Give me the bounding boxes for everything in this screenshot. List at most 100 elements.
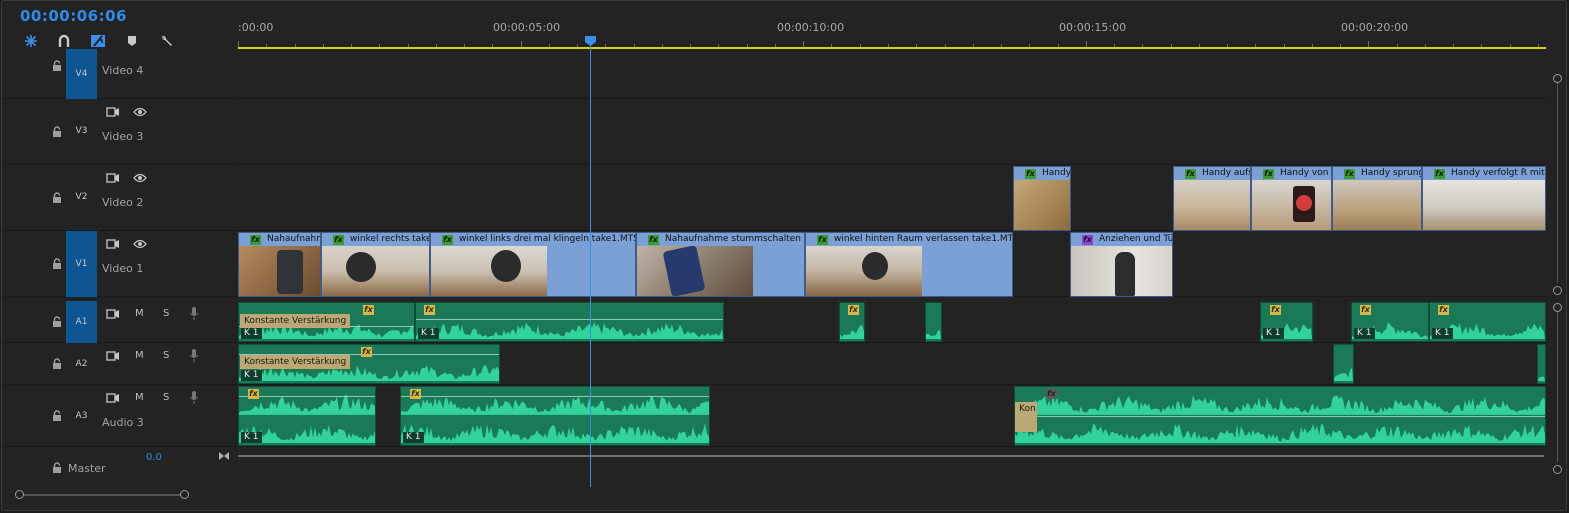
track-target-a3[interactable]: A3 [66, 405, 97, 427]
clip-thumbnail [637, 246, 753, 296]
add-edit-icon[interactable] [89, 32, 107, 50]
linked-selection-icon[interactable] [55, 32, 73, 50]
track-target-v1[interactable]: V1 [66, 231, 97, 297]
fx-badge: fx [248, 389, 259, 399]
playhead-timecode[interactable]: 00:00:06:06 [20, 7, 127, 25]
zoom-handle-left[interactable] [15, 490, 24, 499]
zoom-handle-right[interactable] [180, 490, 189, 499]
scroll-handle-bottom[interactable] [1553, 286, 1562, 295]
transition-effect[interactable]: Konstante Verstärkung [240, 314, 350, 328]
clip-thumbnail [1174, 180, 1250, 230]
toggle-sync-lock-icon[interactable] [106, 308, 120, 320]
playhead-line[interactable] [590, 41, 591, 487]
toggle-sync-lock-icon[interactable] [106, 392, 120, 404]
audio-clip[interactable]: fx K 1 [238, 386, 376, 446]
channel-badge: K 1 [1263, 328, 1284, 339]
lock-icon[interactable] [52, 358, 62, 370]
audio-clip[interactable]: fx K 1 [1351, 302, 1429, 342]
toggle-sync-lock-icon[interactable] [106, 238, 120, 250]
audio-clip[interactable]: fx K 1 [1260, 302, 1313, 342]
eye-icon[interactable] [133, 106, 147, 118]
ruler-label: 00:00:20:00 [1341, 21, 1409, 34]
track-target-v2[interactable]: V2 [66, 185, 97, 209]
ruler-label: :00:00 [238, 21, 274, 34]
video-clip[interactable]: fx winkel links drei mal klingeln take1.… [430, 232, 636, 297]
timeline-panel: 00:00:06:06 :00:00 00:00:05:00 00:00:10:… [1, 0, 1567, 511]
marker-icon[interactable] [123, 32, 141, 50]
mute-button[interactable]: M [135, 392, 144, 403]
solo-button[interactable]: S [163, 392, 169, 403]
track-lane-v3[interactable] [238, 99, 1547, 165]
scroll-handle-top[interactable] [1553, 74, 1562, 83]
scroll-track [1557, 312, 1558, 462]
audio-clip[interactable] [1333, 344, 1354, 384]
person-shape [346, 252, 376, 282]
transition-effect[interactable]: Kon [1015, 402, 1037, 432]
clip-title: Anziehen und Türe [1099, 234, 1172, 244]
mute-button[interactable]: M [135, 350, 144, 361]
track-name: Master [68, 462, 106, 475]
solo-button[interactable]: S [163, 350, 169, 361]
audio-clip[interactable]: fx K 1 [415, 302, 724, 342]
fx-badge: fx [1360, 305, 1371, 315]
master-volume-value[interactable]: 0.0 [146, 452, 162, 463]
wrench-icon[interactable] [157, 32, 175, 50]
vertical-scrollbar[interactable] [1548, 49, 1566, 489]
video-clip[interactable]: fx Handy [1013, 166, 1071, 231]
snap-icon[interactable] [22, 32, 40, 50]
lock-icon[interactable] [52, 258, 62, 270]
audio-clip[interactable] [1537, 344, 1546, 384]
lock-icon[interactable] [52, 316, 62, 328]
channel-badge: K 1 [1354, 328, 1375, 339]
toggle-sync-lock-icon[interactable] [106, 106, 120, 118]
go-to-end-icon[interactable] [217, 450, 231, 462]
video-clip[interactable]: fx Handy von T [1251, 166, 1332, 231]
horizontal-zoom-scrollbar[interactable] [12, 488, 1547, 502]
audio-clip[interactable]: fx K 1 [400, 386, 710, 446]
scroll-handle-bottom[interactable] [1553, 465, 1562, 474]
microphone-icon[interactable] [187, 348, 201, 362]
toggle-sync-lock-icon[interactable] [106, 172, 120, 184]
scroll-handle-top[interactable] [1553, 303, 1562, 312]
lock-icon[interactable] [52, 462, 62, 474]
audio-clip[interactable]: fx K 1 [1429, 302, 1546, 342]
video-clip[interactable]: fx winkel rechts take1.M [321, 232, 430, 297]
lock-icon[interactable] [52, 126, 62, 138]
lock-icon[interactable] [52, 60, 62, 72]
microphone-icon[interactable] [187, 390, 201, 404]
solo-button[interactable]: S [163, 308, 169, 319]
video-clip[interactable]: fx Anziehen und Türe [1070, 232, 1173, 297]
eye-icon[interactable] [133, 172, 147, 184]
clip-title: Handy [1042, 168, 1070, 178]
video-clip[interactable]: fx Handy aufst [1173, 166, 1251, 231]
audio-clip[interactable] [925, 302, 942, 342]
track-target-a2[interactable]: A2 [66, 353, 97, 375]
mute-button[interactable]: M [135, 308, 144, 319]
lock-icon[interactable] [52, 410, 62, 422]
video-clip[interactable]: fx Nahaufnahme stummschalten take [636, 232, 805, 297]
toggle-sync-lock-icon[interactable] [106, 350, 120, 362]
track-target-v3[interactable]: V3 [66, 119, 97, 143]
lock-icon[interactable] [52, 192, 62, 204]
track-header-v2: V2 Video 2 [2, 165, 237, 231]
eye-icon[interactable] [133, 238, 147, 250]
clip-thumbnail [1071, 246, 1172, 296]
video-clip[interactable]: fx winkel hinten Raum verlassen take1.MT… [805, 232, 1013, 297]
clip-thumbnail [1423, 180, 1545, 230]
channel-badge: K 1 [1432, 328, 1453, 339]
audio-clip[interactable]: fx [839, 302, 865, 342]
clip-thumbnail [1014, 180, 1070, 230]
track-target-v4[interactable]: V4 [66, 49, 97, 99]
track-name: Audio 3 [102, 416, 144, 429]
channel-badge: K 1 [403, 432, 424, 443]
track-target-a1[interactable]: A1 [66, 301, 97, 343]
track-lane-master[interactable] [238, 447, 1547, 487]
audio-clip[interactable]: fx [1014, 386, 1546, 446]
video-clip[interactable]: fx Handy sprung [1332, 166, 1422, 231]
microphone-icon[interactable] [187, 306, 201, 320]
video-clip[interactable]: fx Handy verfolgt R mit ho [1422, 166, 1546, 231]
video-clip[interactable]: fx Nahaufnahme [238, 232, 321, 297]
clip-thumbnail [239, 246, 320, 296]
track-lane-v4[interactable] [238, 49, 1547, 99]
transition-effect[interactable]: Konstante Verstärkung [240, 355, 350, 369]
